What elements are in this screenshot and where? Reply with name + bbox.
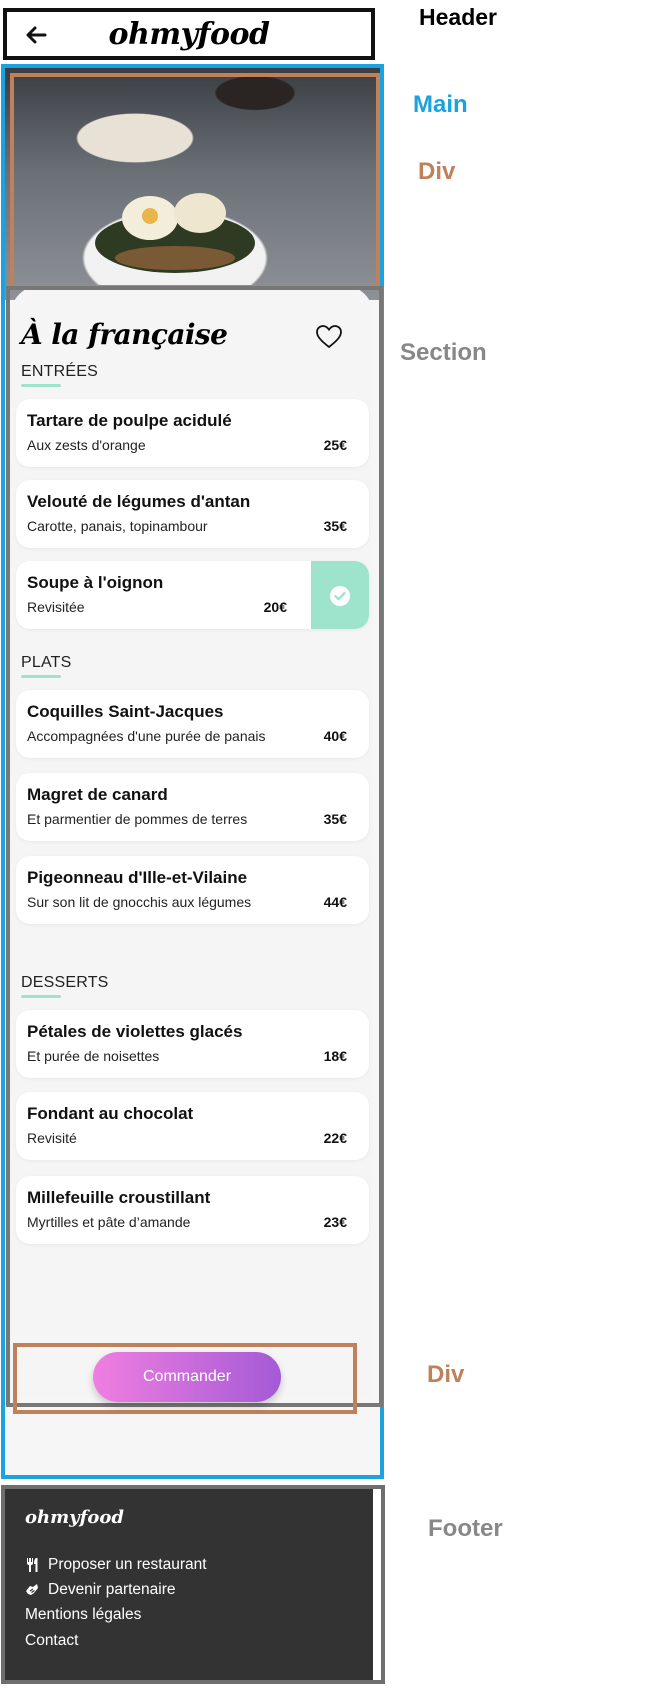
dish-description: Accompagnées d'une purée de panais [27,728,266,744]
category-entrees: ENTRÉES [21,363,98,380]
handshake-icon [26,1584,38,1595]
footer-logo[interactable]: ohmyfood [25,1507,124,1528]
main: À la française ENTRÉES Tartare de poulpe… [1,64,384,1479]
dish-description: Myrtilles et pâte d’amande [27,1214,191,1230]
footer-link-contact[interactable]: Contact [25,1632,78,1650]
dish-name: Tartare de poulpe acidulé [27,411,232,430]
category-plats: PLATS [21,654,72,671]
dish-price: 40€ [323,728,347,744]
dish-description: Sur son lit de gnocchis aux légumes [27,894,252,910]
selected-indicator[interactable] [311,561,369,629]
dish-item[interactable]: Tartare de poulpe acidulé Aux zests d'or… [16,399,369,467]
dish-name: Pétales de violettes glacés [27,1022,243,1041]
hero-image [5,68,380,300]
dish-description: Carotte, panais, topinambour [27,518,208,534]
dish-item-selected[interactable]: Soupe à l'oignon Revisitée 20€ [16,561,369,629]
dish-name: Velouté de légumes d'antan [27,492,251,511]
dish-price: 22€ [323,1130,347,1146]
annotation-div-bottom: Div [427,1361,465,1388]
annotation-div-top: Div [418,158,456,185]
check-circle-icon [330,586,350,606]
dish-description: Revisitée [27,599,85,615]
annotation-header: Header [419,4,497,30]
footer-link-partner[interactable]: Devenir partenaire [48,1581,176,1599]
dish-item[interactable]: Millefeuille croustillant Myrtilles et p… [16,1176,369,1244]
dish-price: 20€ [263,599,287,615]
category-desserts: DESSERTS [21,974,109,991]
dish-price: 35€ [323,518,347,534]
annotation-section: Section [400,339,487,366]
footer-link-propose[interactable]: Proposer un restaurant [48,1556,207,1574]
annotation-main: Main [413,91,468,118]
order-button[interactable]: Commander [93,1352,281,1402]
dish-item[interactable]: Coquilles Saint-Jacques Accompagnées d'u… [16,690,369,758]
dish-price: 23€ [323,1214,347,1230]
footer-link-legal[interactable]: Mentions légales [25,1606,141,1624]
dish-description: Et parmentier de pommes de terres [27,811,248,827]
dish-name: Millefeuille croustillant [27,1188,211,1207]
dish-name: Coquilles Saint-Jacques [27,702,224,721]
dish-name: Fondant au chocolat [27,1104,194,1123]
dish-description: Revisité [27,1130,77,1146]
header: ohmyfood [3,8,375,60]
heart-icon[interactable] [316,325,342,349]
annotation-footer: Footer [428,1515,503,1542]
dish-name: Pigeonneau d'Ille-et-Vilaine [27,868,248,887]
dish-description: Aux zests d'orange [27,437,146,453]
dish-name: Magret de canard [27,785,168,804]
dish-price: 35€ [323,811,347,827]
dish-item[interactable]: Pétales de violettes glacés Et purée de … [16,1010,369,1078]
utensils-icon [27,1558,38,1572]
restaurant-title: À la française [21,318,228,351]
dish-item[interactable]: Magret de canard Et parmentier de pommes… [16,773,369,841]
category-underline [21,675,61,678]
dish-price: 25€ [323,437,347,453]
category-underline [21,995,61,998]
dish-price: 44€ [323,894,347,910]
dish-description: Et purée de noisettes [27,1048,160,1064]
dish-price: 18€ [323,1048,347,1064]
hero-div-outline [10,73,380,289]
dish-name: Soupe à l'oignon [27,573,164,592]
footer: ohmyfood Proposer un restaurant Devenir … [5,1489,373,1680]
dish-item[interactable]: Pigeonneau d'Ille-et-Vilaine Sur son lit… [16,856,369,924]
category-underline [21,384,61,387]
dish-item[interactable]: Velouté de légumes d'antan Carotte, pana… [16,480,369,548]
logo[interactable]: ohmyfood [7,17,371,52]
dish-item[interactable]: Fondant au chocolat Revisité 22€ [16,1092,369,1160]
